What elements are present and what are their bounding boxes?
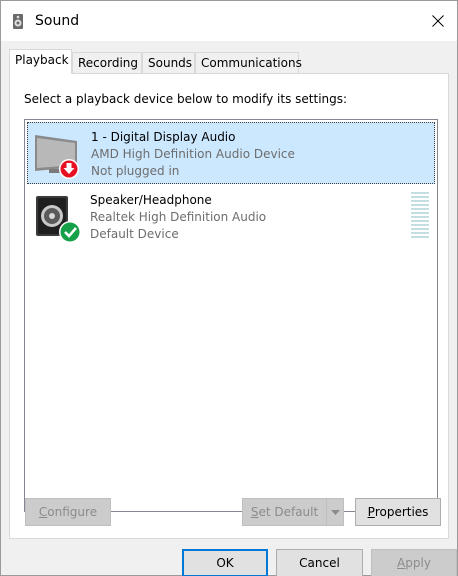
playback-panel: Select a playback device below to modify…: [9, 73, 449, 539]
tab-label: Playback: [15, 53, 69, 67]
device-item-speaker-headphone[interactable]: Speaker/Headphone Realtek High Definitio…: [27, 186, 435, 248]
volume-level-meter: [411, 192, 429, 242]
monitor-speaker-icon: [35, 135, 79, 179]
tab-label: Sounds: [148, 56, 193, 70]
tab-label: Communications: [201, 56, 302, 70]
title-bar: Sound: [1, 1, 457, 41]
instructions-text: Select a playback device below to modify…: [24, 92, 348, 106]
device-driver: Realtek High Definition Audio: [90, 210, 267, 224]
configure-button[interactable]: Configure: [25, 498, 111, 526]
device-driver: AMD High Definition Audio Device: [91, 147, 295, 161]
device-status: Default Device: [90, 227, 179, 241]
tab-sounds[interactable]: Sounds: [142, 52, 195, 73]
apply-label-accel: A: [397, 556, 406, 570]
set-default-button[interactable]: Set Default: [242, 498, 327, 526]
device-name: 1 - Digital Display Audio: [91, 130, 236, 144]
device-text: 1 - Digital Display Audio AMD High Defin…: [91, 129, 295, 180]
tab-playback[interactable]: Playback: [9, 49, 72, 74]
configure-label-accel: C: [38, 505, 48, 519]
device-list: 1 - Digital Display Audio AMD High Defin…: [24, 119, 438, 512]
set-default-dropdown-button[interactable]: [326, 498, 344, 526]
ok-label: OK: [216, 556, 234, 570]
device-status: Not plugged in: [91, 164, 180, 178]
properties-button[interactable]: Properties: [355, 498, 441, 526]
configure-label: onfigure: [47, 505, 98, 519]
chevron-down-icon: [330, 509, 340, 515]
device-item-digital-display-audio[interactable]: 1 - Digital Display Audio AMD High Defin…: [27, 122, 435, 184]
device-text: Speaker/Headphone Realtek High Definitio…: [90, 192, 266, 243]
close-button[interactable]: [423, 7, 453, 35]
cancel-label: Cancel: [299, 556, 340, 570]
tab-label: Recording: [78, 56, 139, 70]
speaker-icon: [36, 196, 81, 243]
green-check-icon: [60, 222, 80, 242]
apply-label: pply: [405, 556, 431, 570]
cancel-button[interactable]: Cancel: [276, 549, 363, 576]
tab-recording[interactable]: Recording: [72, 52, 142, 73]
set-default-label-accel: S: [250, 505, 259, 519]
set-default-label: et Default: [258, 505, 319, 519]
close-icon: [432, 15, 444, 27]
properties-label: roperties: [374, 505, 429, 519]
properties-label-accel: P: [367, 505, 375, 519]
tab-communications[interactable]: Communications: [195, 52, 302, 73]
speaker-title-icon: [13, 14, 23, 29]
apply-button[interactable]: Apply: [371, 549, 457, 576]
ok-button[interactable]: OK: [182, 549, 268, 576]
sound-dialog: Sound Playback Recording Sounds Communic…: [0, 0, 458, 576]
device-name: Speaker/Headphone: [90, 193, 212, 207]
window-title: Sound: [35, 13, 80, 29]
